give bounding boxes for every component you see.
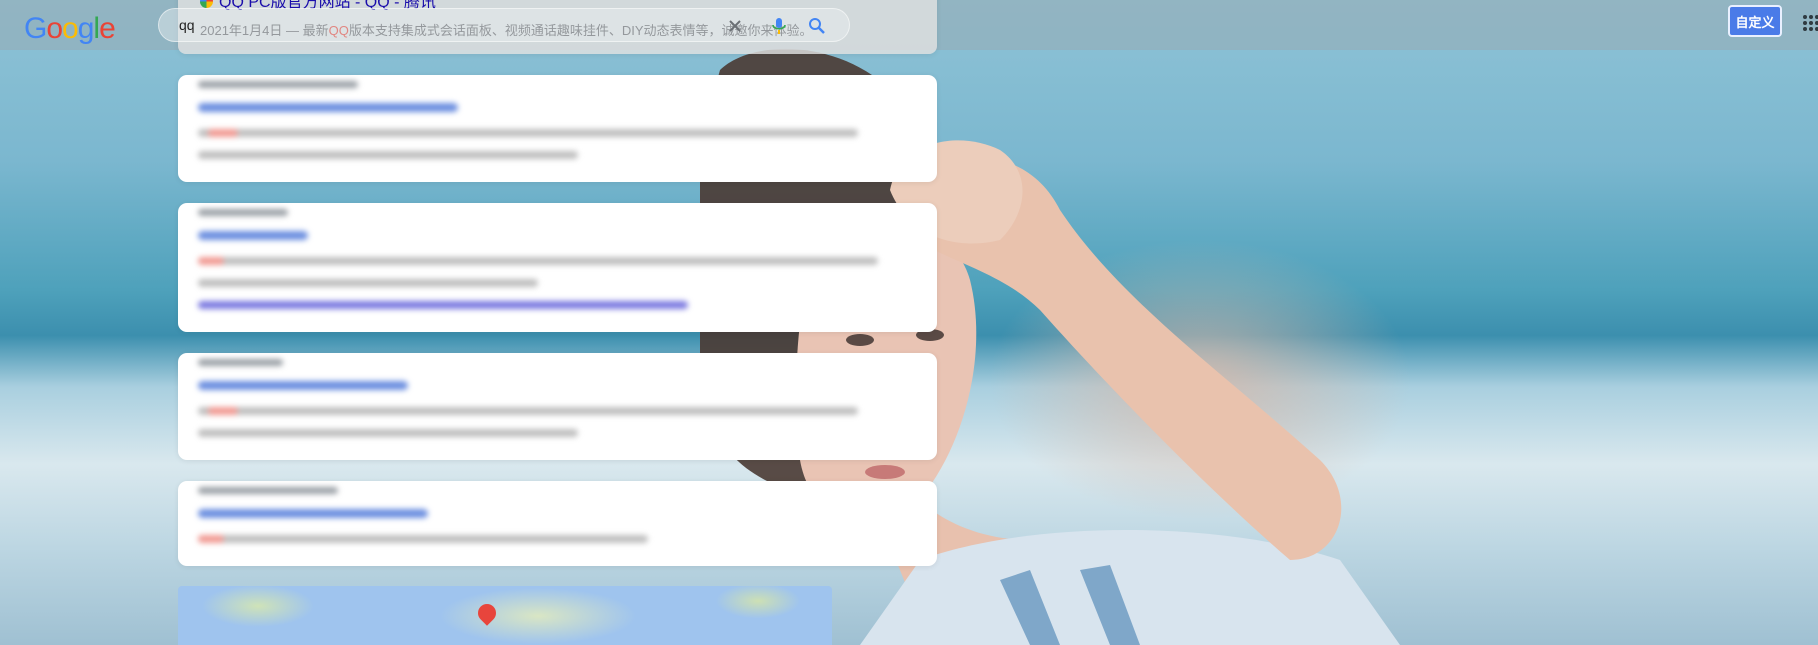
clear-icon[interactable] [725, 16, 745, 36]
result-card[interactable] [178, 75, 937, 182]
logo-letter: g [77, 12, 95, 45]
logo-letter: e [99, 12, 116, 45]
apps-grid-icon[interactable] [1802, 14, 1818, 32]
map-pin-icon [474, 600, 500, 626]
logo-letter: G [24, 12, 47, 45]
search-input[interactable]: qq [179, 17, 195, 33]
qq-favicon-icon [200, 0, 213, 8]
search-icon[interactable] [807, 16, 827, 36]
customize-button[interactable]: 自定义 [1728, 5, 1782, 37]
search-box[interactable]: qq [158, 8, 850, 42]
result-card[interactable] [178, 481, 937, 566]
logo-letter: o [62, 12, 79, 45]
microphone-icon[interactable] [769, 16, 789, 36]
result-card[interactable] [178, 353, 937, 460]
map-result[interactable] [178, 586, 832, 645]
logo-letter: o [46, 12, 63, 45]
result-card[interactable] [178, 203, 937, 332]
google-logo[interactable]: Google [24, 12, 116, 46]
